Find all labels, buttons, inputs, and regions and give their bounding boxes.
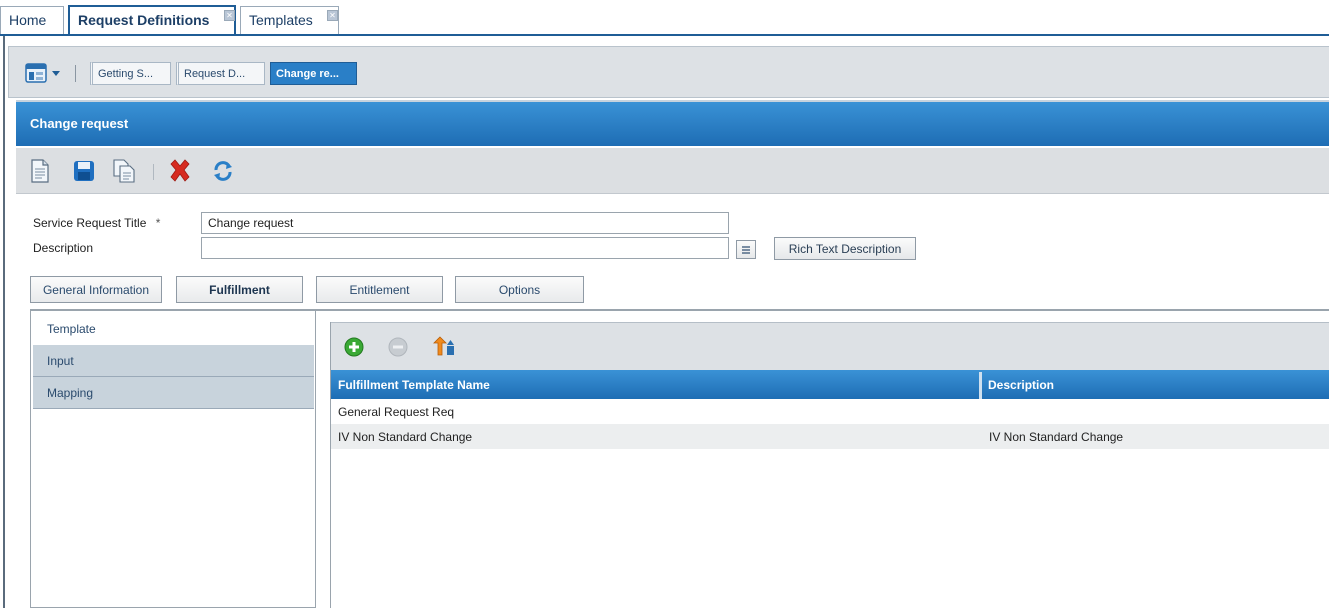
column-header-description[interactable]: Description <box>988 378 1054 392</box>
save-icon[interactable] <box>72 158 96 184</box>
nav-item-template[interactable]: Template <box>33 313 314 345</box>
cell-template-name: General Request Req <box>338 405 455 419</box>
close-icon[interactable]: ✕ <box>327 10 338 21</box>
copy-icon[interactable] <box>111 158 135 184</box>
title-label-text: Service Request Title <box>33 216 147 230</box>
service-request-title-input[interactable]: Change request <box>201 212 729 234</box>
remove-icon[interactable] <box>388 337 408 357</box>
text-editor-icon[interactable] <box>736 240 756 259</box>
breadcrumb-label: Getting S... <box>98 68 154 80</box>
required-mark: * <box>155 216 161 230</box>
tab-options[interactable]: Options <box>455 276 584 303</box>
rich-text-description-button[interactable]: Rich Text Description <box>774 237 916 260</box>
breadcrumb-item-change-request[interactable]: Change re... <box>270 62 357 85</box>
cell-description: IV Non Standard Change <box>989 430 1124 444</box>
new-document-icon[interactable] <box>28 158 52 184</box>
breadcrumb-label: Request D... <box>184 68 246 80</box>
tab-entitlement[interactable]: Entitlement <box>316 276 443 303</box>
breadcrumb-item-getting-started[interactable]: Getting S... <box>90 62 171 85</box>
tab-request-definitions[interactable]: Request Definitions ✕ <box>68 5 236 36</box>
separator <box>75 65 76 82</box>
tab-home[interactable]: Home <box>0 6 64 35</box>
refresh-icon[interactable] <box>211 158 235 184</box>
breadcrumb-item-request-definitions[interactable]: Request D... <box>176 62 265 85</box>
column-header-template-name[interactable]: Fulfillment Template Name <box>338 378 490 392</box>
top-tab-strip: Home Request Definitions ✕ Templates ✕ <box>0 0 1329 36</box>
move-up-icon[interactable] <box>431 334 457 358</box>
chevron-down-icon[interactable] <box>51 67 61 81</box>
layout-menu-icon[interactable] <box>25 63 47 83</box>
separator <box>153 164 154 180</box>
description-input[interactable] <box>201 237 729 259</box>
column-resize-handle[interactable] <box>979 372 982 399</box>
frame-border <box>3 36 5 608</box>
close-icon[interactable]: ✕ <box>224 10 235 21</box>
table-row[interactable]: General Request Req <box>331 399 1329 424</box>
title-field-label: Service Request Title * <box>33 216 160 230</box>
tab-templates-label: Templates <box>249 12 313 28</box>
delete-icon[interactable] <box>167 158 191 184</box>
add-icon[interactable] <box>344 337 364 357</box>
tab-home-label: Home <box>9 12 47 28</box>
description-field-label: Description <box>33 241 94 255</box>
breadcrumb-label: Change re... <box>276 68 339 80</box>
tab-strip-divider <box>0 34 1329 36</box>
table-row[interactable]: IV Non Standard Change IV Non Standard C… <box>331 424 1329 449</box>
breadcrumb: Getting S... Request D... Change re... <box>8 46 1329 98</box>
nav-item-mapping[interactable]: Mapping <box>33 377 314 409</box>
tab-templates[interactable]: Templates ✕ <box>240 6 339 35</box>
tab-general-information[interactable]: General Information <box>30 276 162 303</box>
tab-fulfillment[interactable]: Fulfillment <box>176 276 303 303</box>
grid-toolbar <box>331 322 1329 370</box>
cell-template-name: IV Non Standard Change <box>338 430 473 444</box>
page-header <box>16 100 1329 146</box>
tab-request-definitions-label: Request Definitions <box>78 12 210 28</box>
nav-item-input[interactable]: Input <box>33 345 314 377</box>
page-title: Change request <box>30 116 129 131</box>
